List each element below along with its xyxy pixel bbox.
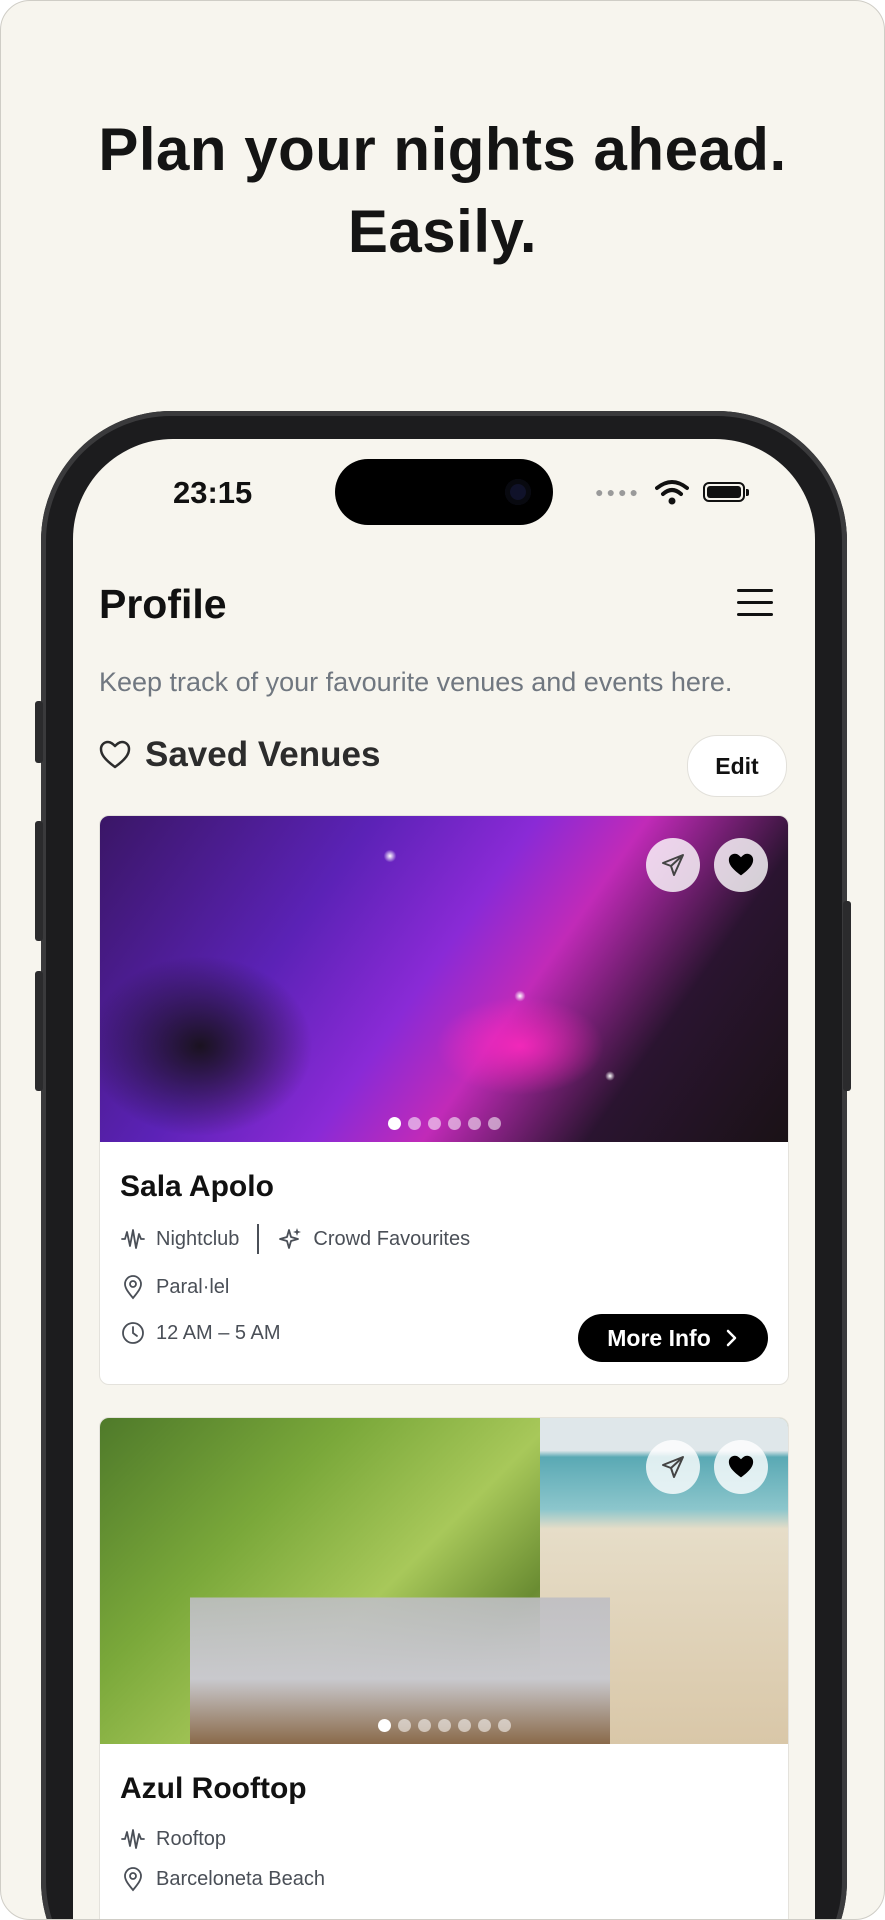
edit-button[interactable]: Edit bbox=[687, 735, 787, 797]
venue-info: Azul Rooftop Rooftop Barceloneta Beach bbox=[100, 1772, 788, 1892]
venue-location-row: Barceloneta Beach bbox=[120, 1866, 768, 1892]
photo-pager[interactable] bbox=[100, 1719, 788, 1732]
map-pin-icon bbox=[120, 1274, 146, 1300]
phone-action-button bbox=[35, 701, 43, 763]
waveform-icon bbox=[120, 1826, 146, 1852]
venue-location-row: Paral·lel bbox=[120, 1274, 768, 1300]
page-title: Profile bbox=[99, 581, 227, 627]
front-camera bbox=[505, 479, 531, 505]
heart-outline-icon bbox=[99, 740, 131, 770]
hamburger-icon[interactable] bbox=[737, 589, 773, 619]
waveform-icon bbox=[120, 1226, 146, 1252]
venue-photo[interactable] bbox=[100, 1418, 788, 1744]
more-info-button[interactable]: More Info bbox=[578, 1314, 768, 1362]
map-pin-icon bbox=[120, 1866, 146, 1892]
saved-venues-title: Saved Venues bbox=[145, 735, 381, 774]
venue-hours: 12 AM – 5 AM bbox=[156, 1321, 281, 1344]
phone-power-button bbox=[843, 901, 851, 1091]
headline-line-1: Plan your nights ahead. bbox=[98, 116, 787, 183]
send-icon[interactable] bbox=[646, 1440, 700, 1494]
battery-icon bbox=[703, 482, 749, 502]
wifi-icon bbox=[655, 479, 689, 505]
pager-dot[interactable] bbox=[427, 1117, 441, 1130]
pager-dot[interactable] bbox=[377, 1719, 391, 1732]
venue-card[interactable]: Sala Apolo Nightclub Crowd Favourites Pa… bbox=[99, 815, 789, 1385]
venue-photo[interactable] bbox=[100, 816, 788, 1142]
venue-card[interactable]: Azul Rooftop Rooftop Barceloneta Beach bbox=[99, 1417, 789, 1919]
meta-divider bbox=[257, 1224, 260, 1254]
status-icons: ●●●● bbox=[595, 479, 749, 505]
chevron-right-icon bbox=[725, 1328, 739, 1348]
headline-line-2: Easily. bbox=[347, 198, 538, 265]
app-screen: 23:15 ●●●● Profile Keep track of your fa… bbox=[73, 439, 815, 1919]
pager-dot[interactable] bbox=[407, 1117, 421, 1130]
pager-dot[interactable] bbox=[497, 1719, 511, 1732]
phone-volume-down bbox=[35, 971, 43, 1091]
venue-location: Barceloneta Beach bbox=[156, 1867, 326, 1890]
venue-type-row: Rooftop bbox=[120, 1826, 768, 1852]
pager-dot[interactable] bbox=[387, 1117, 401, 1130]
heart-filled-icon[interactable] bbox=[714, 838, 768, 892]
more-info-label: More Info bbox=[607, 1324, 711, 1351]
pager-dot[interactable] bbox=[477, 1719, 491, 1732]
venue-type: Rooftop bbox=[156, 1827, 227, 1850]
photo-pager[interactable] bbox=[100, 1117, 788, 1130]
dynamic-island bbox=[335, 459, 553, 525]
venue-type: Nightclub bbox=[156, 1227, 240, 1250]
phone-volume-up bbox=[35, 821, 43, 941]
pager-dot[interactable] bbox=[457, 1719, 471, 1732]
pager-dot[interactable] bbox=[417, 1719, 431, 1732]
signal-icon: ●●●● bbox=[595, 484, 641, 500]
pager-dot[interactable] bbox=[447, 1117, 461, 1130]
venue-type-row: Nightclub Crowd Favourites bbox=[120, 1224, 768, 1254]
saved-venues-header: Saved Venues bbox=[99, 735, 380, 775]
pager-dot[interactable] bbox=[487, 1117, 501, 1130]
venue-tag: Crowd Favourites bbox=[313, 1227, 471, 1250]
pager-dot[interactable] bbox=[437, 1719, 451, 1732]
headline: Plan your nights ahead. Easily. bbox=[1, 109, 884, 273]
page-subtitle: Keep track of your favourite venues and … bbox=[99, 667, 733, 697]
promo-poster: Plan your nights ahead. Easily. 23:15 ●●… bbox=[0, 0, 885, 1920]
sparkles-icon bbox=[277, 1226, 303, 1252]
clock-icon bbox=[120, 1320, 146, 1346]
send-icon[interactable] bbox=[646, 838, 700, 892]
venue-location: Paral·lel bbox=[156, 1275, 230, 1298]
heart-filled-icon[interactable] bbox=[714, 1440, 768, 1494]
pager-dot[interactable] bbox=[467, 1117, 481, 1130]
pager-dot[interactable] bbox=[397, 1719, 411, 1732]
status-time: 23:15 bbox=[173, 475, 253, 510]
venue-name: Azul Rooftop bbox=[120, 1772, 307, 1805]
venue-name: Sala Apolo bbox=[120, 1170, 274, 1203]
